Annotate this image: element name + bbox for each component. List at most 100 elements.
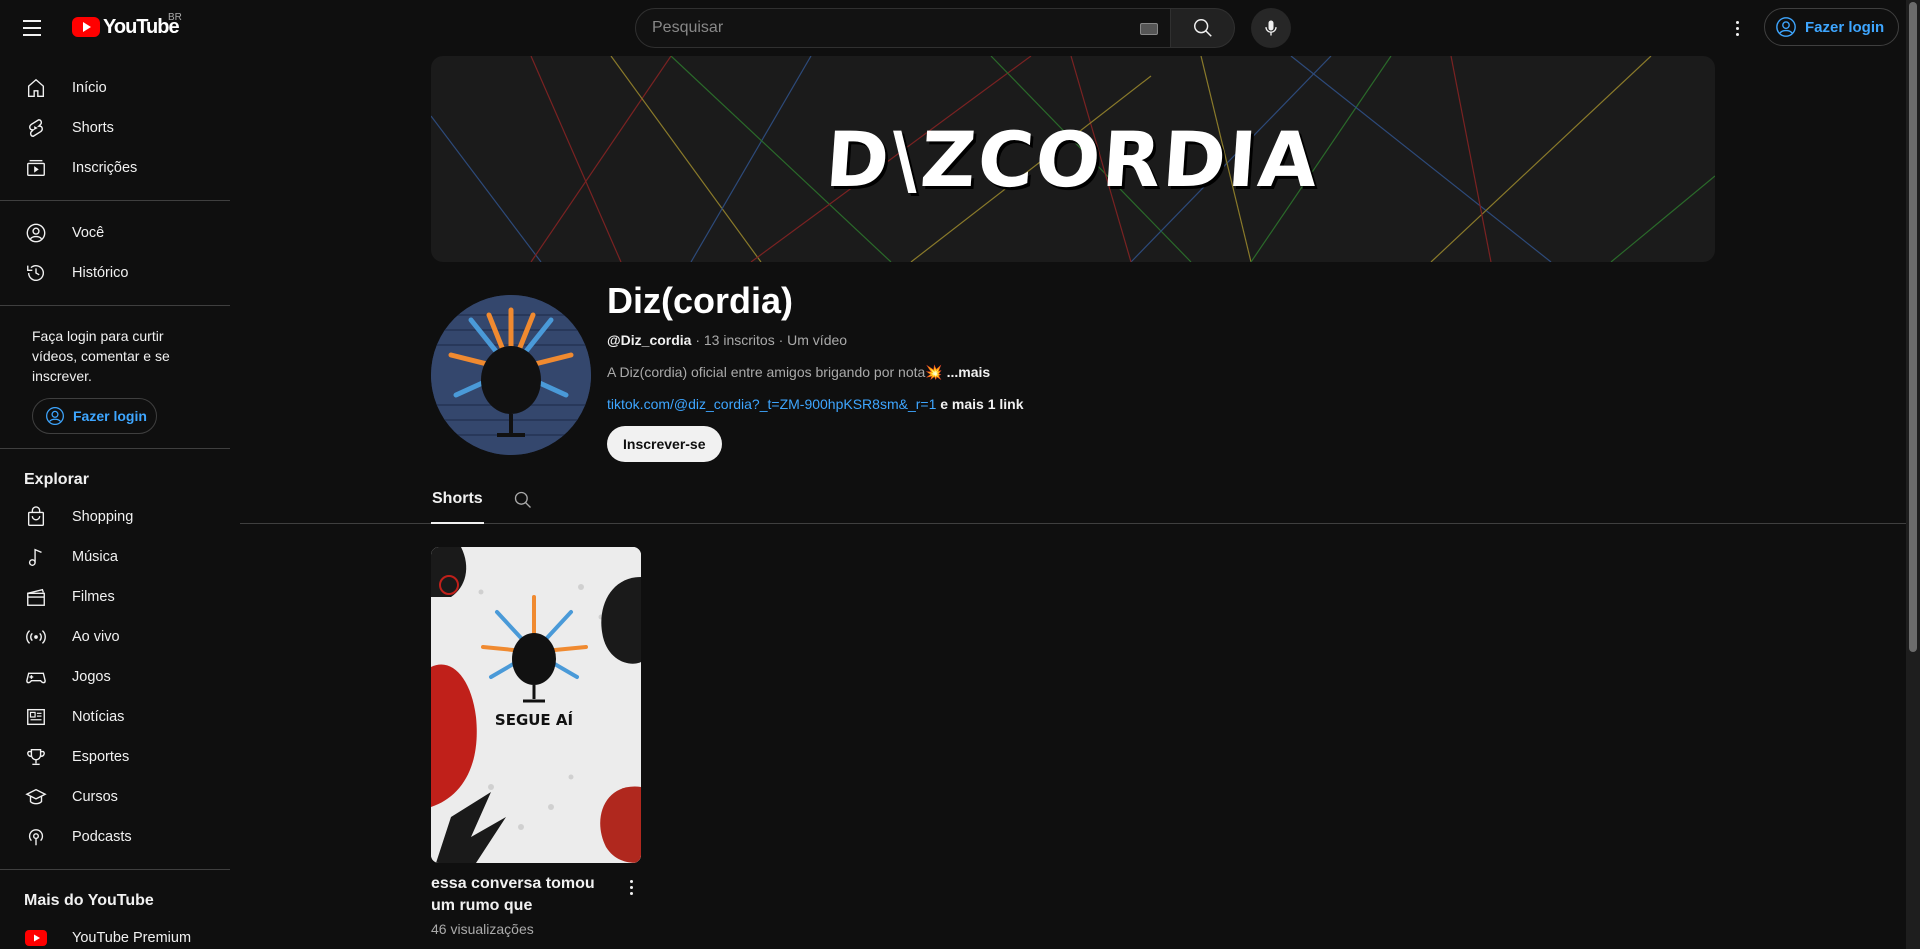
sidebar-item-historico[interactable]: Histórico	[0, 253, 230, 293]
search-box	[635, 8, 1171, 48]
search-bar	[635, 8, 1235, 48]
login-label: Fazer login	[1805, 18, 1885, 36]
sidebar-item-musica[interactable]: Música	[0, 537, 230, 577]
sidebar-login-button[interactable]: Fazer login	[32, 398, 157, 434]
scrollbar-thumb[interactable]	[1909, 2, 1917, 652]
channel-external-link[interactable]: tiktok.com/@diz_cordia?_t=ZM-900hpKSR8sm…	[607, 396, 936, 412]
menu-icon[interactable]	[20, 16, 44, 40]
channel-meta: @Diz_cordia · 13 inscritos · Um vídeo	[607, 332, 847, 348]
sidebar-item-filmes[interactable]: Filmes	[0, 577, 230, 617]
sidebar-item-shorts[interactable]: Shorts	[0, 108, 230, 148]
channel-avatar[interactable]	[431, 295, 591, 455]
youtube-logo[interactable]: YouTube	[72, 15, 180, 39]
channel-stats: · 13 inscritos · Um vídeo	[691, 332, 848, 348]
channel-banner: D\ZCORDIA	[431, 56, 1715, 262]
channel-search-button[interactable]	[511, 488, 535, 512]
section-title-mais-do-youtube: Mais do YouTube	[24, 892, 154, 909]
film-icon	[24, 585, 48, 609]
search-button[interactable]	[1171, 8, 1235, 48]
sidebar-item-label: Esportes	[72, 749, 130, 765]
sidebar-item-shopping[interactable]: Shopping	[0, 497, 230, 537]
short-options-icon[interactable]	[619, 875, 643, 899]
history-icon	[24, 261, 48, 285]
short-thumbnail[interactable]: SEGUE AÍ	[431, 547, 641, 863]
sidebar-item-ao-vivo[interactable]: Ao vivo	[0, 617, 230, 657]
sidebar-divider	[0, 448, 230, 449]
search-input[interactable]	[652, 19, 1112, 37]
page-scrollbar[interactable]	[1906, 0, 1920, 949]
channel-links: tiktok.com/@diz_cordia?_t=ZM-900hpKSR8sm…	[607, 396, 1024, 412]
keyboard-icon[interactable]	[1140, 23, 1158, 35]
sidebar-item-label: Ao vivo	[72, 629, 120, 645]
sidebar-item-noticias[interactable]: Notícias	[0, 697, 230, 737]
sidebar-item-youtube-premium[interactable]: YouTube Premium	[0, 918, 230, 949]
avatar-art	[431, 295, 591, 455]
sidebar-item-label: Podcasts	[72, 829, 132, 845]
sidebar-item-cursos[interactable]: Cursos	[0, 777, 230, 817]
subscribe-button[interactable]: Inscrever-se	[607, 426, 722, 462]
sidebar-divider	[0, 305, 230, 306]
voice-search-button[interactable]	[1251, 8, 1291, 48]
sidebar-item-label: Shorts	[72, 120, 114, 136]
courses-icon	[24, 785, 48, 809]
sidebar-item-esportes[interactable]: Esportes	[0, 737, 230, 777]
sidebar-item-label: Música	[72, 549, 118, 565]
short-views: 46 visualizações	[431, 921, 534, 937]
thumbnail-art: SEGUE AÍ	[431, 547, 641, 863]
settings-menu-icon[interactable]	[1725, 16, 1749, 40]
channel-name: Diz(cordia)	[607, 280, 794, 321]
sidebar-item-inscricoes[interactable]: Inscrições	[0, 148, 230, 188]
user-circle-icon	[1776, 17, 1796, 37]
sidebar-item-label: Início	[72, 80, 107, 96]
channel-description[interactable]: A Diz(cordia) oficial entre amigos briga…	[607, 364, 990, 381]
sidebar-item-label: Shopping	[72, 509, 134, 525]
sidebar-item-label: Cursos	[72, 789, 118, 805]
short-title[interactable]: essa conversa tomou um rumo que NINGUÉ..…	[431, 873, 603, 917]
sidebar-item-label: Inscrições	[72, 160, 138, 176]
sidebar: Início Shorts Inscrições Você Histórico …	[0, 56, 230, 949]
main-content: D\ZCORDIA Diz(cordia) @Diz_cordia · 13 i…	[240, 56, 1906, 949]
youtube-premium-icon	[24, 926, 48, 949]
tab-shorts[interactable]: Shorts	[431, 476, 484, 524]
trophy-icon	[24, 745, 48, 769]
description-more-link[interactable]: ...mais	[943, 364, 991, 380]
sidebar-item-podcasts[interactable]: Podcasts	[0, 817, 230, 857]
live-icon	[24, 625, 48, 649]
user-circle-icon	[46, 407, 64, 425]
short-card[interactable]: SEGUE AÍ essa conversa tomou um rumo que…	[431, 547, 641, 937]
channel-handle: @Diz_cordia	[607, 332, 692, 348]
sidebar-login-prompt: Faça login para curtir vídeos, comentar …	[32, 328, 170, 384]
search-icon	[514, 491, 531, 508]
sidebar-item-label: YouTube Premium	[72, 930, 192, 946]
channel-tabs: Shorts	[240, 476, 1906, 524]
sidebar-item-jogos[interactable]: Jogos	[0, 657, 230, 697]
banner-logo: D\ZCORDIA	[431, 56, 1715, 262]
sidebar-divider	[0, 869, 230, 870]
sidebar-item-label: Filmes	[72, 589, 115, 605]
shorts-icon	[24, 116, 48, 140]
sidebar-item-voce[interactable]: Você	[0, 213, 230, 253]
section-title-explorar: Explorar	[24, 471, 89, 488]
sidebar-item-label: Você	[72, 225, 105, 241]
sidebar-item-label: Jogos	[72, 669, 111, 685]
thumbnail-caption: SEGUE AÍ	[495, 710, 574, 729]
gamepad-icon	[24, 665, 48, 689]
sidebar-item-inicio[interactable]: Início	[0, 68, 230, 108]
sidebar-item-label: Histórico	[72, 265, 129, 281]
sidebar-divider	[0, 200, 230, 201]
subscriptions-icon	[24, 156, 48, 180]
banner-logo-text: D\ZCORDIA	[823, 114, 1323, 204]
youtube-play-icon	[72, 17, 100, 37]
sidebar-item-label: Notícias	[72, 709, 125, 725]
search-icon	[1193, 19, 1212, 37]
shopping-bag-icon	[24, 505, 48, 529]
region-code: BR	[168, 12, 182, 23]
microphone-icon	[1265, 20, 1277, 36]
podcast-icon	[24, 825, 48, 849]
news-icon	[24, 705, 48, 729]
top-bar: YouTube BR Fazer login	[0, 0, 1906, 56]
home-icon	[24, 76, 48, 100]
more-links-button[interactable]: e mais 1 link	[936, 396, 1023, 412]
description-text: A Diz(cordia) oficial entre amigos briga…	[607, 364, 943, 380]
login-button[interactable]: Fazer login	[1764, 8, 1900, 46]
